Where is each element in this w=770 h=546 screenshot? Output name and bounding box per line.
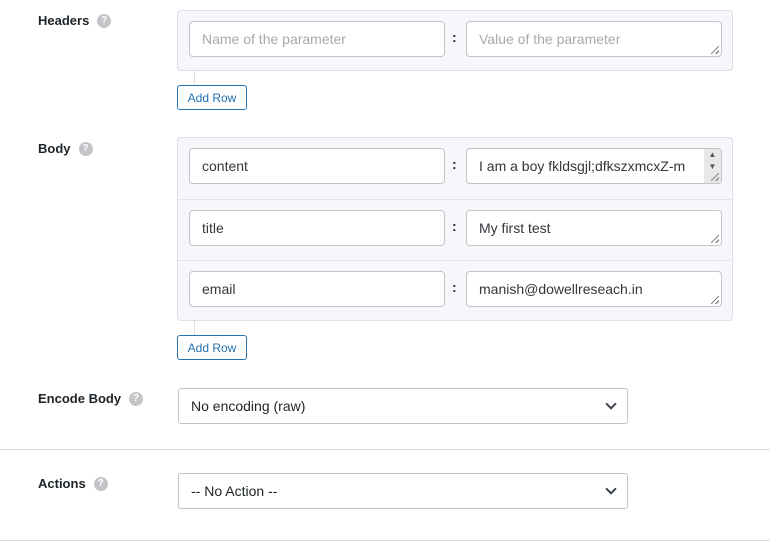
connector	[194, 71, 195, 85]
body-label: Body?	[38, 141, 93, 156]
help-icon[interactable]: ?	[78, 141, 93, 156]
value-text: manish@dowellreseach.in	[479, 281, 643, 297]
header-name-input[interactable]: Name of the parameter	[189, 21, 445, 57]
actions-select[interactable]: -- No Action --	[178, 473, 628, 509]
value-text: I am a boy fkldsgjl;dfkszxmcxZ-m	[479, 158, 686, 174]
encode-body-label: Encode Body?	[38, 391, 144, 406]
body-key-input[interactable]: title	[189, 210, 445, 246]
separator: :	[452, 218, 457, 234]
separator: :	[452, 279, 457, 295]
placeholder: Value of the parameter	[479, 31, 621, 47]
body-value-input[interactable]: I am a boy fkldsgjl;dfkszxmcxZ-m ▲ ▼	[466, 148, 722, 184]
connector	[194, 321, 195, 335]
body-value-input[interactable]: manish@dowellreseach.in	[466, 271, 722, 307]
resize-handle-icon[interactable]	[711, 173, 719, 181]
body-value-input[interactable]: My first test	[466, 210, 722, 246]
encode-body-select[interactable]: No encoding (raw)	[178, 388, 628, 424]
help-icon[interactable]: ?	[93, 476, 108, 491]
selected-value: -- No Action --	[191, 483, 278, 499]
separator: :	[452, 156, 457, 172]
help-icon[interactable]: ?	[97, 13, 112, 28]
body-box: content : I am a boy fkldsgjl;dfkszxmcxZ…	[177, 137, 733, 321]
body-row: title : My first test	[178, 199, 732, 260]
help-icon[interactable]: ?	[129, 391, 144, 406]
chevron-down-icon	[605, 483, 617, 495]
body-key-input[interactable]: email	[189, 271, 445, 307]
chevron-down-icon	[605, 398, 617, 410]
body-add-row-button[interactable]: Add Row	[177, 335, 247, 360]
headers-label: Headers?	[38, 13, 112, 28]
value-text: My first test	[479, 220, 551, 236]
divider	[0, 540, 770, 541]
body-key-input[interactable]: content	[189, 148, 445, 184]
actions-label: Actions?	[38, 476, 108, 491]
resize-handle-icon[interactable]	[711, 296, 719, 304]
separator: :	[452, 29, 457, 45]
resize-handle-icon[interactable]	[711, 46, 719, 54]
headers-box: Name of the parameter : Value of the par…	[177, 10, 733, 71]
divider	[0, 449, 770, 450]
body-row: email : manish@dowellreseach.in	[178, 260, 732, 321]
resize-handle-icon[interactable]	[711, 235, 719, 243]
header-value-input[interactable]: Value of the parameter	[466, 21, 722, 57]
selected-value: No encoding (raw)	[191, 398, 306, 414]
header-row: Name of the parameter : Value of the par…	[178, 11, 732, 72]
headers-add-row-button[interactable]: Add Row	[177, 85, 247, 110]
body-row: content : I am a boy fkldsgjl;dfkszxmcxZ…	[178, 138, 732, 199]
